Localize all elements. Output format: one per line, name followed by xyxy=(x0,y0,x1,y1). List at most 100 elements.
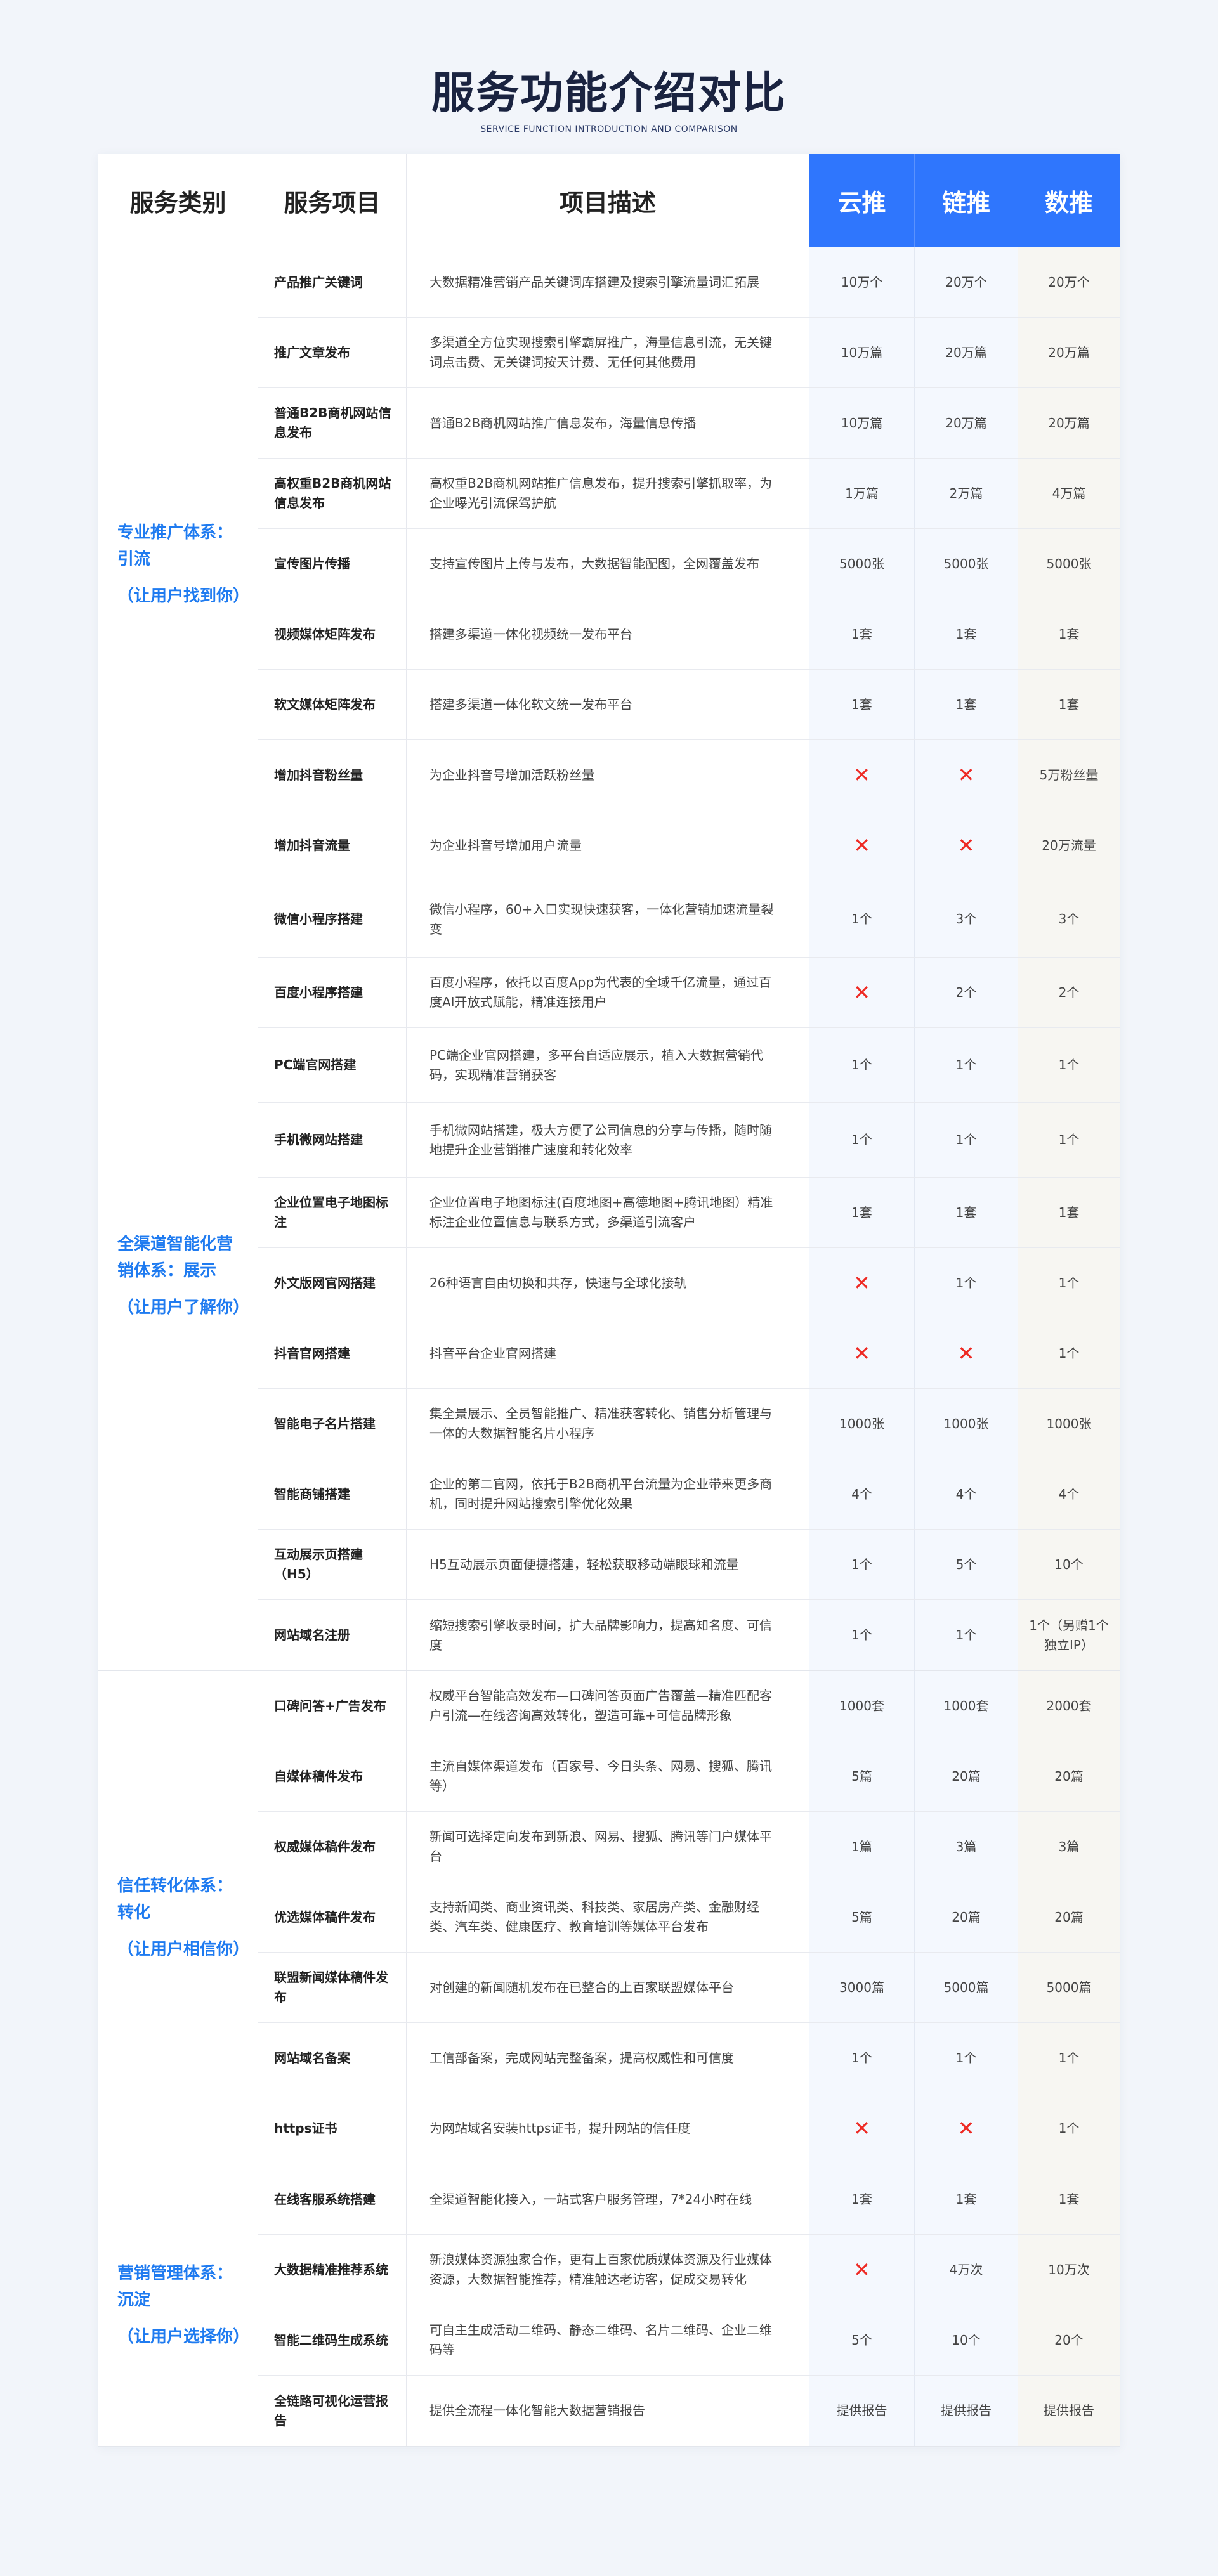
service-item-description: H5互动展示页面便捷搭建，轻松获取移动端眼球和流量 xyxy=(429,1556,739,1572)
service-item-name: 智能电子名片搭建 xyxy=(258,1389,407,1459)
table-row: 自媒体稿件发布 主流自媒体渠道发布（百家号、今日头条、网易、搜狐、腾讯等） 5篇 20… xyxy=(258,1741,1120,1812)
header-category: 服务类别 xyxy=(98,154,258,247)
value-shutui: 5万粉丝量 xyxy=(1018,740,1120,810)
table-row: 权威媒体稿件发布 新闻可选择定向发布到新浪、网易、搜狐、腾讯等门户媒体平台 1篇 3篇… xyxy=(258,1812,1120,1882)
red-x-icon: ✕ xyxy=(853,762,870,787)
value-text: 1个 xyxy=(955,1275,977,1291)
section-subtitle: （让用户选择你） xyxy=(117,2327,250,2346)
section-subtitle: （让用户了解你） xyxy=(117,1298,250,1317)
value-text: 5000张 xyxy=(943,556,989,571)
value-text: 4个 xyxy=(851,1486,872,1502)
value-text: 10万篇 xyxy=(841,415,883,431)
table-row: 推广文章发布 多渠道全方位实现搜索引擎霸屏推广，海量信息引流，无关键词点击费、无关… xyxy=(258,318,1120,388)
value-text: 5篇 xyxy=(851,1909,872,1925)
value-text: 1万篇 xyxy=(845,485,879,501)
red-x-icon: ✕ xyxy=(853,2257,870,2282)
value-text: 提供报告 xyxy=(1044,2403,1094,2418)
service-item-description: 全渠道智能化接入，一站式客户服务管理，7*24小时在线 xyxy=(429,2191,752,2207)
value-shutui: 1个 xyxy=(1018,1318,1120,1388)
value-shutui: 1个 xyxy=(1018,1248,1120,1318)
value-text: 1个 xyxy=(955,1132,977,1147)
value-text: 1000套 xyxy=(839,1698,884,1714)
value-text: 20个 xyxy=(1054,2332,1084,2348)
value-text: 5000篇 xyxy=(943,1979,989,1995)
value-text: 1个 xyxy=(851,2050,872,2065)
section-title: 营销管理体系：沉淀 xyxy=(117,2264,233,2310)
value-text: 10万个 xyxy=(841,274,883,290)
value-text: 3篇 xyxy=(955,1838,977,1854)
value-text: 1000张 xyxy=(839,1415,884,1431)
red-x-icon: ✕ xyxy=(957,833,975,857)
section-category-label: 营销管理体系：沉淀 （让用户选择你） xyxy=(98,2164,258,2446)
value-text: 4万次 xyxy=(949,2261,983,2277)
header-desc: 项目描述 xyxy=(559,188,656,217)
service-item-description: 权威平台智能高效发布—口碑问答页面广告覆盖—精准匹配客户引流—在线咨询高效转化，… xyxy=(429,1688,772,1723)
value-yuntui: 5000张 xyxy=(809,529,914,599)
value-yuntui: 1个 xyxy=(809,1103,914,1177)
service-item-name: 在线客服系统搭建 xyxy=(258,2164,407,2234)
value-text: 10个 xyxy=(952,2332,981,2348)
value-text: 1套 xyxy=(1058,696,1080,712)
service-item-name: 智能商铺搭建 xyxy=(258,1459,407,1529)
service-item-description: 缩短搜索引擎收录时间，扩大品牌影响力，提高知名度、可信度 xyxy=(429,1617,772,1653)
red-x-icon: ✕ xyxy=(853,980,870,1005)
service-item-name: 互动展示页搭建（H5） xyxy=(258,1530,407,1599)
value-yuntui: 1个 xyxy=(809,1530,914,1599)
value-text: 2个 xyxy=(1058,984,1080,1000)
value-text: 1000张 xyxy=(943,1415,989,1431)
value-yuntui-unavailable: ✕ xyxy=(809,740,914,810)
value-text: 1套 xyxy=(955,1204,977,1220)
value-liantui: 1000套 xyxy=(914,1671,1018,1741)
value-shutui: 10个 xyxy=(1018,1530,1120,1599)
value-text: 5000篇 xyxy=(1046,1979,1092,1995)
service-item-name: 高权重B2B商机网站信息发布 xyxy=(258,459,407,528)
value-yuntui: 提供报告 xyxy=(809,2376,914,2446)
value-text: 1个 xyxy=(955,1057,977,1072)
value-text: 4个 xyxy=(1058,1486,1080,1502)
value-text: 1个 xyxy=(1058,1345,1080,1361)
value-liantui: 1套 xyxy=(914,2164,1018,2234)
section-2: 全渠道智能化营销体系：展示 （让用户了解你） 微信小程序搭建 微信小程序，60+入口实… xyxy=(98,881,1120,1671)
value-shutui: 20万个 xyxy=(1018,247,1120,317)
service-item-description: 企业位置电子地图标注(百度地图+高德地图+腾讯地图）精准标注企业位置信息与联系方… xyxy=(429,1195,773,1230)
value-yuntui: 1个 xyxy=(809,881,914,957)
value-text: 1个（另赠1个独立IP） xyxy=(1029,1617,1109,1653)
value-text: 1个 xyxy=(851,911,872,927)
value-yuntui: 1套 xyxy=(809,2164,914,2234)
section-rows: 在线客服系统搭建 全渠道智能化接入，一站式客户服务管理，7*24小时在线 1套 1套 1… xyxy=(258,2164,1120,2446)
value-text: 提供报告 xyxy=(836,2403,887,2418)
value-text: 1个 xyxy=(955,2050,977,2065)
value-text: 1个 xyxy=(1058,1275,1080,1291)
value-liantui-unavailable: ✕ xyxy=(914,2093,1018,2164)
value-yuntui: 1套 xyxy=(809,670,914,739)
service-item-name: 宣传图片传播 xyxy=(258,529,407,599)
service-item-name: 普通B2B商机网站信息发布 xyxy=(258,388,407,458)
service-item-description: 普通B2B商机网站推广信息发布，海量信息传播 xyxy=(429,415,697,431)
service-item-description: 新闻可选择定向发布到新浪、网易、搜狐、腾讯等门户媒体平台 xyxy=(429,1829,772,1864)
value-text: 2万篇 xyxy=(949,485,983,501)
value-liantui: 1个 xyxy=(914,2023,1018,2093)
value-shutui: 20万篇 xyxy=(1018,388,1120,458)
table-row: 网站域名备案 工信部备案，完成网站完整备案，提高权威性和可信度 1个 1个 1个 xyxy=(258,2023,1120,2093)
red-x-icon: ✕ xyxy=(957,762,975,787)
value-shutui: 5000张 xyxy=(1018,529,1120,599)
value-yuntui: 4个 xyxy=(809,1459,914,1529)
table-row: https证书 为网站域名安装https证书，提升网站的信任度 ✕ ✕ 1个 xyxy=(258,2093,1120,2164)
value-shutui: 1套 xyxy=(1018,1178,1120,1247)
value-text: 5万粉丝量 xyxy=(1039,767,1099,783)
value-shutui: 20个 xyxy=(1018,2305,1120,2375)
service-item-name: 口碑问答+广告发布 xyxy=(258,1671,407,1741)
value-text: 1套 xyxy=(851,2191,872,2207)
value-shutui: 20万篇 xyxy=(1018,318,1120,387)
comparison-table: 服务类别 服务项目 项目描述 云推 链推 数推 专业推广体系：引流 （让用户找到你… xyxy=(98,154,1120,2447)
value-yuntui: 10万篇 xyxy=(809,318,914,387)
value-liantui: 4万次 xyxy=(914,2235,1018,2305)
table-row: 产品推广关键词 大数据精准营销产品关键词库搭建及搜索引擎流量词汇拓展 10万个 20万… xyxy=(258,247,1120,318)
service-item-description: 可自主生成活动二维码、静态二维码、名片二维码、企业二维码等 xyxy=(429,2322,772,2357)
value-shutui: 1个 xyxy=(1018,2023,1120,2093)
value-text: 10个 xyxy=(1054,1556,1084,1572)
red-x-icon: ✕ xyxy=(957,2116,975,2140)
value-liantui: 3个 xyxy=(914,881,1018,957)
service-item-name: 增加抖音流量 xyxy=(258,810,407,881)
service-item-description: 集全景展示、全员智能推广、精准获客转化、销售分析管理与一体的大数据智能名片小程序 xyxy=(429,1406,772,1441)
